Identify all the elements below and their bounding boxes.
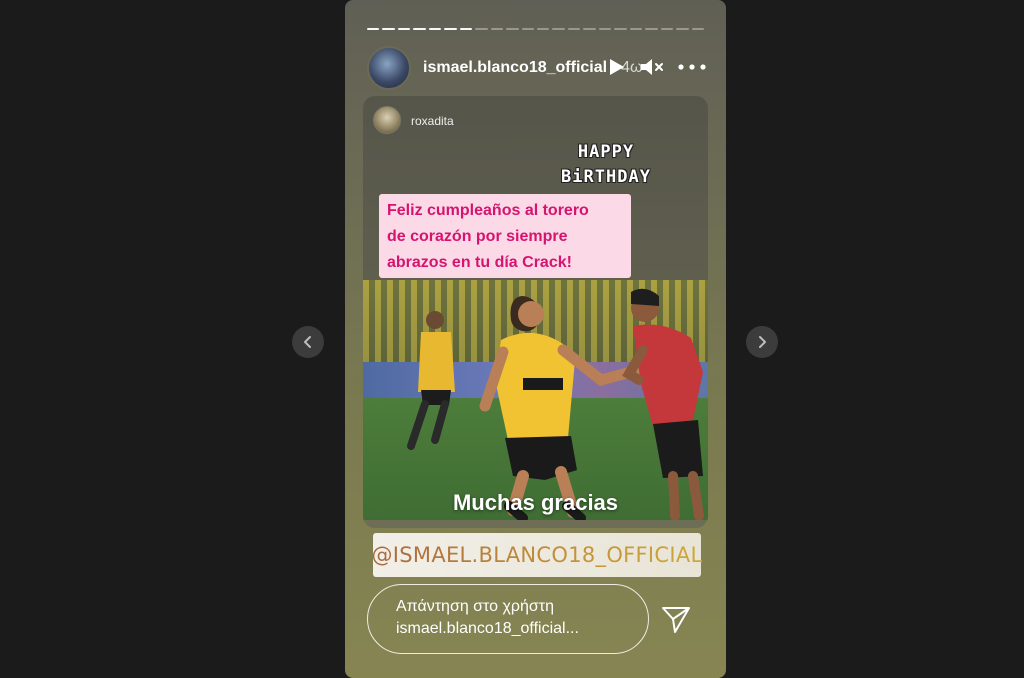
shared-post-username: roxadita xyxy=(411,114,454,128)
chevron-right-icon xyxy=(759,336,766,348)
more-options-button[interactable] xyxy=(677,63,707,71)
photo-caption: Muchas gracias xyxy=(452,490,619,515)
mention-sticker[interactable]: @ISMAEL.BLANCO18_OFFICIAL xyxy=(371,533,703,577)
progress-segment xyxy=(629,28,643,30)
story-header: ismael.blanco18_official 4ω xyxy=(367,46,707,90)
progress-segment xyxy=(490,28,504,30)
next-story-button[interactable] xyxy=(746,326,778,358)
more-options-icon xyxy=(678,64,706,70)
progress-segment xyxy=(691,28,704,30)
progress-segment xyxy=(536,28,550,30)
progress-segment xyxy=(645,28,658,30)
progress-segment xyxy=(397,28,411,30)
play-icon xyxy=(610,59,624,75)
progress-segment xyxy=(583,28,596,30)
happy-birthday-sticker: HAPPY BiRTHDAY xyxy=(551,140,661,190)
story-viewer: ismael.blanco18_official 4ω roxadita HAP… xyxy=(0,0,1024,678)
progress-segment xyxy=(382,28,395,30)
story-controls xyxy=(605,56,707,78)
send-icon xyxy=(662,607,690,633)
reply-placeholder-line-1: Απάντηση στο χρήστη xyxy=(396,598,554,615)
progress-segment xyxy=(567,28,581,30)
message-line: de corazón por siempre xyxy=(387,228,568,245)
author-avatar[interactable] xyxy=(367,46,411,90)
progress-segment xyxy=(521,28,534,30)
shared-post[interactable]: roxadita HAPPY BiRTHDAY Feliz cumpleaños… xyxy=(363,96,708,528)
progress-segment xyxy=(552,28,565,30)
progress-segment xyxy=(428,28,442,30)
progress-segment xyxy=(444,28,457,30)
previous-story-button[interactable] xyxy=(292,326,324,358)
mute-button[interactable] xyxy=(639,56,665,78)
message-line: abrazos en tu día Crack! xyxy=(387,254,572,271)
sticker-line-2: BiRTHDAY xyxy=(561,167,651,187)
progress-segment xyxy=(676,28,689,30)
reply-placeholder-line-2: ismael.blanco18_official... xyxy=(396,620,579,637)
story-progress-bar xyxy=(367,28,704,31)
send-button[interactable] xyxy=(658,601,694,637)
chevron-left-icon xyxy=(304,336,311,348)
player-illustration xyxy=(407,288,704,520)
story-frame[interactable]: ismael.blanco18_official 4ω roxadita HAP… xyxy=(345,0,726,678)
progress-segment xyxy=(506,28,519,30)
progress-segment xyxy=(598,28,612,30)
progress-segment xyxy=(660,28,674,30)
sticker-line-1: HAPPY xyxy=(577,142,635,162)
reply-input[interactable]: Απάντηση στο χρήστη ismael.blanco18_offi… xyxy=(367,584,649,654)
play-button[interactable] xyxy=(605,56,627,78)
progress-segment xyxy=(367,28,380,30)
mention-text: @ISMAEL.BLANCO18_OFFICIAL xyxy=(371,543,703,567)
progress-segment xyxy=(475,28,488,30)
shared-post-avatar xyxy=(373,106,401,134)
speaker-muted-icon xyxy=(641,59,663,75)
progress-segment xyxy=(459,28,473,30)
birthday-message: Feliz cumpleaños al torero de corazón po… xyxy=(379,194,631,278)
progress-segment xyxy=(413,28,426,30)
football-photo: Muchas gracias xyxy=(363,280,708,520)
message-line: Feliz cumpleaños al torero xyxy=(387,202,589,219)
author-username[interactable]: ismael.blanco18_official xyxy=(423,59,607,77)
progress-segment xyxy=(614,28,627,30)
